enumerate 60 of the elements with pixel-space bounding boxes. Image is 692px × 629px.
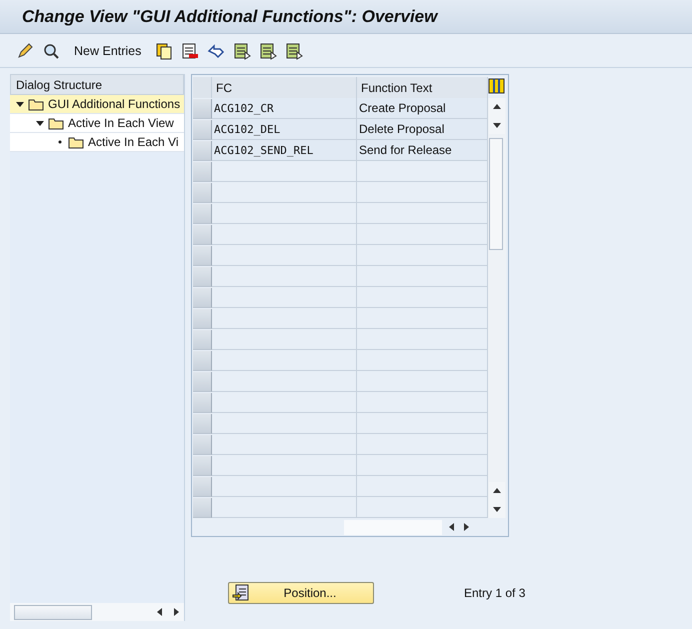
pencil-icon[interactable]	[16, 42, 34, 60]
row-selector[interactable]	[193, 183, 212, 203]
bullet-icon	[56, 138, 64, 146]
new-entries-button[interactable]: New Entries	[68, 44, 148, 58]
select-block-icon[interactable]	[259, 42, 278, 60]
row-selector[interactable]	[193, 309, 212, 329]
table-cell: Create Proposal	[357, 98, 488, 119]
row-selector[interactable]	[193, 330, 212, 350]
folder-icon	[48, 116, 64, 130]
deselect-icon[interactable]	[285, 42, 304, 60]
scroll-right-icon[interactable]	[462, 523, 470, 531]
row-selector[interactable]	[193, 225, 212, 245]
column-header[interactable]: FC	[212, 77, 357, 98]
row-selector[interactable]	[193, 393, 212, 413]
copy-icon[interactable]	[155, 42, 174, 60]
row-selector[interactable]	[193, 372, 212, 392]
expanded-icon[interactable]	[36, 119, 44, 127]
scroll-left-icon[interactable]	[448, 523, 456, 531]
table-cell: Send for Release	[357, 140, 488, 161]
scroll-left-icon[interactable]	[156, 608, 164, 616]
scroll-down-icon[interactable]	[493, 505, 501, 513]
position-icon	[232, 584, 250, 602]
scroll-right-icon[interactable]	[172, 608, 180, 616]
expanded-icon[interactable]	[16, 100, 24, 108]
row-selector[interactable]	[193, 288, 212, 308]
row-selector[interactable]	[193, 498, 212, 518]
row-selector[interactable]	[193, 162, 212, 182]
row-selector[interactable]	[193, 99, 212, 119]
table-cell: ACG102_DEL	[212, 119, 357, 140]
scroll-down-icon[interactable]	[493, 121, 501, 129]
window-title: Change View "GUI Additional Functions": Overview	[22, 6, 438, 26]
table-cell: ACG102_CR	[212, 98, 357, 119]
search-icon[interactable]	[42, 42, 60, 60]
panel-heading: Dialog Structure	[10, 74, 184, 95]
entry-count: Entry 1 of 3	[464, 586, 526, 600]
row-selector[interactable]	[193, 414, 212, 434]
select-all-icon[interactable]	[233, 42, 252, 60]
tree-item[interactable]: GUI Additional Functions	[10, 95, 184, 114]
row-selector[interactable]	[193, 456, 212, 476]
table-cell: Delete Proposal	[357, 119, 488, 140]
scroll-thumb[interactable]	[489, 138, 503, 250]
scroll-up-icon[interactable]	[493, 103, 501, 111]
position-button[interactable]: Position...	[228, 582, 374, 604]
row-selector[interactable]	[193, 435, 212, 455]
row-selector[interactable]	[193, 204, 212, 224]
column-settings-icon[interactable]	[488, 77, 506, 95]
row-selector[interactable]	[193, 141, 212, 161]
column-header[interactable]: Function Text	[357, 77, 488, 98]
delete-icon[interactable]	[181, 42, 200, 60]
row-selector[interactable]	[193, 351, 212, 371]
row-selector[interactable]	[193, 477, 212, 497]
row-selector[interactable]	[193, 246, 212, 266]
row-selector[interactable]	[193, 267, 212, 287]
row-selector[interactable]	[193, 120, 212, 140]
table-cell: ACG102_SEND_REL	[212, 140, 357, 161]
header-corner[interactable]	[193, 77, 212, 98]
folder-icon	[28, 98, 44, 110]
scroll-up-icon[interactable]	[493, 487, 501, 495]
folder-icon	[68, 136, 84, 148]
undo-icon[interactable]	[207, 42, 226, 60]
